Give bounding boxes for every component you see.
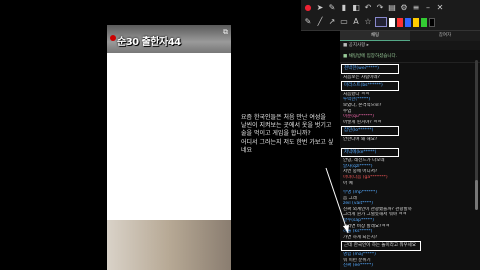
chat-message: 아 예	[340, 181, 480, 187]
trash-icon[interactable]: ▤	[387, 3, 397, 13]
chat-nickname[interactable]: 저녁에(ke*****)	[344, 150, 376, 155]
redo-icon[interactable]: ↷	[375, 3, 385, 13]
chat-nickname[interactable]: 하늘 (ks*****)	[343, 229, 372, 234]
color-swatch-yellow[interactable]	[413, 17, 419, 27]
chat-message: 진짜 (ee*****)	[340, 263, 480, 269]
undo-icon[interactable]: ↶	[363, 3, 373, 13]
record-icon[interactable]: ●	[303, 3, 313, 13]
highlighter-icon[interactable]: ▮	[339, 3, 349, 13]
live-dot-icon	[110, 35, 116, 41]
overlay-question-text: 요즘 한국인들은 처음 만난 여성을 날씬이 지켜보는 곳에서 옷을 벗기고 술…	[241, 114, 334, 154]
chat-message: 가면 하게 되는지?	[340, 235, 480, 241]
chat-message-text: 수업	[343, 108, 352, 114]
shape-icon[interactable]: ☆	[363, 17, 373, 27]
chat-nickname[interactable]: 진짜 (ee*****)	[343, 263, 373, 268]
line-icon[interactable]: ╱	[315, 17, 325, 27]
chat-nickname[interactable]: 마녀(다음 (ga*******)	[343, 175, 388, 180]
video-frame[interactable]: 순30 출한자44 ⧉	[107, 25, 231, 270]
chat-message-text: 그러게 뭔가 그럴듯해서 뭐야 ㅋㅋ	[343, 212, 407, 218]
chat-nickname[interactable]: 달자(qzl*****)	[343, 164, 373, 169]
chat-message-text: 그러면 비상 할래요?ㅋㅋ	[343, 223, 390, 229]
menu-icon[interactable]: ≡	[411, 3, 421, 13]
rectangle-icon[interactable]: ▭	[339, 17, 349, 27]
chat-nickname[interactable]: 명함 (maj*****)	[343, 252, 376, 257]
stroke-size-selector[interactable]	[375, 17, 387, 27]
toolbar-row-bottom: ✎ ╱ ↗ ▭ A ☆	[303, 15, 435, 29]
chat-notice-header[interactable]: ■ 공지사항 ▸	[340, 41, 480, 50]
chat-message-text: 처음봤다 ㅋㅋ	[343, 91, 370, 97]
chat-nickname[interactable]: 천박한(wei*****)	[344, 66, 379, 71]
chat-nickname[interactable]: 이준(qu******)	[343, 114, 374, 119]
eraser-icon[interactable]: ◧	[351, 3, 361, 13]
chat-nickname[interactable]: 마라스트(bs******)	[344, 83, 383, 88]
chat-message-text: 안녕, 레전드가 나오네	[343, 158, 385, 164]
chat-nickname[interactable]: zeil (vait****)	[343, 201, 373, 206]
text-icon[interactable]: A	[351, 17, 361, 27]
chat-message-text: 저번 중에 어디서?	[343, 169, 378, 175]
tab-chat[interactable]: 채팅	[340, 31, 410, 41]
cursor-icon[interactable]: ➤	[315, 3, 325, 13]
chat-message-text: 음 그래	[343, 195, 357, 201]
color-swatch-black[interactable]	[429, 17, 435, 27]
chat-message-text: 안한다며 왜 해요?	[343, 136, 378, 142]
chat-nickname[interactable]: 잡던(lo******)	[344, 128, 373, 133]
video-caption: 순30 출한자44	[117, 37, 181, 48]
color-swatch-red[interactable]	[397, 17, 403, 27]
chat-message-text: 뭐 이런 분위기	[343, 257, 371, 263]
color-swatch-blue[interactable]	[405, 17, 411, 27]
close-icon[interactable]: ✕	[435, 3, 445, 13]
chat-message: 어떻게 된거야? ㅋㅋ	[340, 120, 480, 126]
pen-icon[interactable]: ✎	[327, 3, 337, 13]
chat-system-notice: ■ 채팅방에 입장하셨습니다.	[340, 50, 480, 63]
chat-message: 저녁에(ke*****)	[341, 147, 399, 158]
chat-panel: 채팅 참여자 ■ 공지사항 ▸ ■ 채팅방에 입장하셨습니다. 천박한(wei*…	[340, 31, 480, 270]
toolbar-row-top: ● ➤ ✎ ▮ ◧ ↶ ↷ ▤ ⚙ ≡ – ✕	[303, 1, 445, 15]
pen-tool-icon[interactable]: ✎	[303, 17, 313, 27]
chat-message: 천박한(wei*****)	[341, 64, 399, 74]
chat-message-list[interactable]: 천박한(wei*****) 처음보는 사람이네? 마라스트(bs******) 처음봤…	[340, 64, 480, 269]
chat-message: 마라스트(bs******)	[341, 81, 399, 91]
tab-participants[interactable]: 참여자	[410, 31, 480, 41]
video-bottom-strip	[107, 220, 231, 270]
chat-scroll-thumb[interactable]	[475, 180, 478, 210]
chat-message-text: 근데 한국인이 하는 놀이라고 뭐우세요	[344, 243, 416, 249]
color-swatch-white[interactable]	[389, 17, 395, 27]
chat-nickname[interactable]: 무명 (mp******)	[343, 190, 377, 195]
drawing-toolbar: ● ➤ ✎ ▮ ◧ ↶ ↷ ▤ ⚙ ≡ – ✕ ✎ ╱ ↗ ▭ A ☆	[301, 0, 480, 31]
chat-scrollbar[interactable]	[475, 60, 478, 200]
chat-message-text: 보였다, 본격적으로?	[343, 102, 382, 108]
chat-message: 안한다며 왜 해요?	[340, 137, 480, 143]
chat-message: 잡던(lo******)	[341, 126, 399, 136]
color-swatch-green[interactable]	[421, 17, 427, 27]
minimize-icon[interactable]: –	[423, 3, 433, 13]
chat-message: 근데 한국인이 하는 놀이라고 뭐우세요	[341, 241, 421, 252]
arrow-icon[interactable]: ↗	[327, 17, 337, 27]
chat-message-text: 진짜 외계인이 관광했을까? 관광할까	[343, 206, 412, 212]
chat-message-text: 처음보는 사람이네?	[343, 74, 380, 80]
chat-message-text: 가면 하게 되는지?	[343, 234, 378, 240]
popout-icon[interactable]: ⧉	[223, 28, 228, 37]
chat-nickname[interactable]: 투박한(*****)	[343, 97, 370, 102]
chat-message-text: 아 예	[343, 180, 353, 186]
chat-nickname[interactable]: 알수(sap*****)	[343, 218, 374, 223]
settings-icon[interactable]: ⚙	[399, 3, 409, 13]
chat-message: 처음보는 사람이네?	[340, 75, 480, 81]
chat-tabs: 채팅 참여자	[340, 31, 480, 41]
chat-message-text: 어떻게 된거야? ㅋㅋ	[343, 119, 382, 125]
